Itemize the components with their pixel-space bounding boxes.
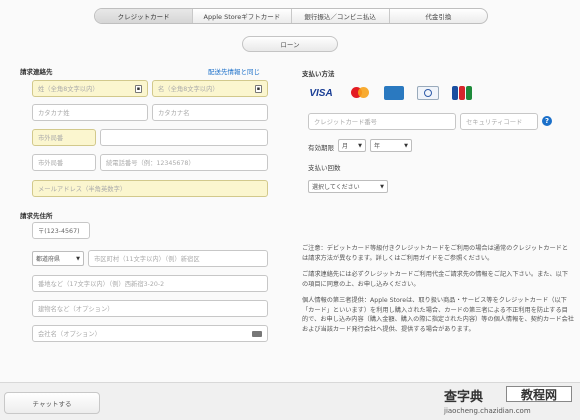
street-field[interactable]: 番地など（17文字以内）（例）西新宿3-20-2: [32, 275, 268, 292]
company-placeholder: 会社名（オプション）: [38, 331, 101, 338]
last-name-placeholder: 姓（全角8文字以内）: [38, 86, 99, 93]
first-name-placeholder: 名（全角8文字以内）: [158, 86, 219, 93]
postal-code-placeholder: 〒(123-4567): [38, 228, 80, 235]
input-helper-icon: ▪: [135, 84, 142, 93]
alt-area-code-placeholder: 市外局番: [38, 160, 64, 167]
alt-area-code-field[interactable]: 市外局番: [32, 154, 96, 171]
chevron-down-icon: ▼: [358, 142, 362, 149]
building-field[interactable]: 建物名など（オプション）: [32, 300, 268, 317]
kana-first-name-field[interactable]: カタカナ名: [152, 104, 268, 121]
street-placeholder: 番地など（17文字以内）（例）西新宿3-20-2: [38, 281, 165, 288]
tab-credit-card[interactable]: クレジットカード: [95, 9, 194, 23]
same-as-shipping-link[interactable]: 配送先情報と同じ: [208, 66, 260, 76]
diners-logo[interactable]: [417, 86, 439, 100]
help-icon[interactable]: ?: [542, 116, 552, 126]
chevron-down-icon: ▼: [380, 183, 384, 190]
installments-select-value: 選択してください: [312, 184, 360, 191]
phone-area-code-field[interactable]: 市外局番: [32, 129, 96, 146]
postal-code-field[interactable]: 〒(123-4567): [32, 222, 90, 239]
tab-gift-card[interactable]: Apple Storeギフトカード: [193, 9, 292, 23]
tab-cash-on-delivery[interactable]: 代金引換: [390, 9, 487, 23]
email-placeholder: メールアドレス（半角英数字）: [38, 186, 127, 193]
prefecture-select-value: 都道府県: [36, 256, 61, 263]
card-number-placeholder: クレジットカード番号: [314, 119, 377, 126]
kana-last-name-field[interactable]: カタカナ姓: [32, 104, 148, 121]
billing-address-title: 請求先住所: [20, 212, 53, 220]
email-field[interactable]: メールアドレス（半角英数字）: [32, 180, 268, 197]
prefecture-select[interactable]: 都道府県 ▼: [32, 251, 84, 266]
jcb-logo[interactable]: [452, 86, 472, 100]
watermark-box: 教程网: [506, 386, 572, 402]
privacy-note: 個人情報の第三者提供：Apple Storeは、取り扱い商品・サービス等をクレジ…: [302, 297, 574, 333]
tab-bank-transfer[interactable]: 銀行振込／コンビニ払込: [292, 9, 390, 23]
phone-number-field[interactable]: [100, 129, 268, 146]
billing-contact-title: 請求連絡先: [20, 68, 53, 76]
debit-card-note: ご注意：デビットカード等級付きクレジットカードをご利用の場合は通常のクレジットカ…: [302, 245, 569, 262]
expiry-label: 有効期限: [308, 144, 334, 152]
chevron-down-icon: ▼: [404, 142, 408, 149]
expiry-year-value: 年: [374, 143, 381, 150]
last-name-field[interactable]: 姓（全角8文字以内） ▪: [32, 80, 148, 97]
city-placeholder: 市区町村（11文字以内）（例）新宿区: [94, 256, 200, 263]
security-code-field[interactable]: セキュリティコード: [460, 113, 538, 130]
installments-label: 支払い回数: [308, 164, 341, 172]
building-placeholder: 建物名など（オプション）: [38, 306, 114, 313]
visa-logo[interactable]: VISA: [306, 86, 336, 100]
watermark: 查字典 教程网 jiaocheng.chazidian.com: [442, 383, 576, 420]
kana-last-name-placeholder: カタカナ姓: [38, 110, 70, 117]
watermark-logo: 查字典: [444, 390, 484, 405]
payment-tabs: クレジットカード Apple Storeギフトカード 銀行振込／コンビニ払込 代…: [94, 8, 488, 24]
security-code-placeholder: セキュリティコード: [466, 119, 523, 126]
payment-notes: ご注意：デビットカード等級付きクレジットカードをご利用の場合は通常のクレジットカ…: [302, 244, 574, 341]
alt-phone-number-placeholder: 続電話番号（例：12345678）: [106, 160, 195, 167]
company-field[interactable]: 会社名（オプション）: [32, 325, 268, 342]
kana-first-name-placeholder: カタカナ名: [158, 110, 190, 117]
card-icon: [252, 330, 262, 337]
city-field[interactable]: 市区町村（11文字以内）（例）新宿区: [88, 250, 268, 267]
phone-area-code-placeholder: 市外局番: [38, 135, 64, 142]
chat-button[interactable]: チャットする: [4, 392, 100, 414]
loan-button[interactable]: ローン: [242, 36, 338, 52]
watermark-url: jiaocheng.chazidian.com: [444, 407, 531, 415]
alt-phone-number-field[interactable]: 続電話番号（例：12345678）: [100, 154, 268, 171]
card-number-field[interactable]: クレジットカード番号: [308, 113, 456, 130]
expiry-month-select[interactable]: 月 ▼: [338, 139, 366, 152]
amex-logo[interactable]: [384, 86, 404, 100]
installments-select[interactable]: 選択してください ▼: [308, 180, 388, 193]
input-helper-icon: ▪: [255, 84, 262, 93]
mastercard-logo[interactable]: [349, 86, 371, 100]
billing-info-note: ご請求連絡先には必ずクレジットカードご利用代金ご請求先の情報をご記入下さい。また…: [302, 271, 569, 288]
expiry-month-value: 月: [342, 143, 349, 150]
card-brand-logos: VISA: [306, 86, 472, 100]
first-name-field[interactable]: 名（全角8文字以内） ▪: [152, 80, 268, 97]
payment-method-title: 支払い方法: [302, 70, 335, 78]
expiry-year-select[interactable]: 年 ▼: [370, 139, 412, 152]
chevron-down-icon: ▼: [76, 255, 80, 262]
